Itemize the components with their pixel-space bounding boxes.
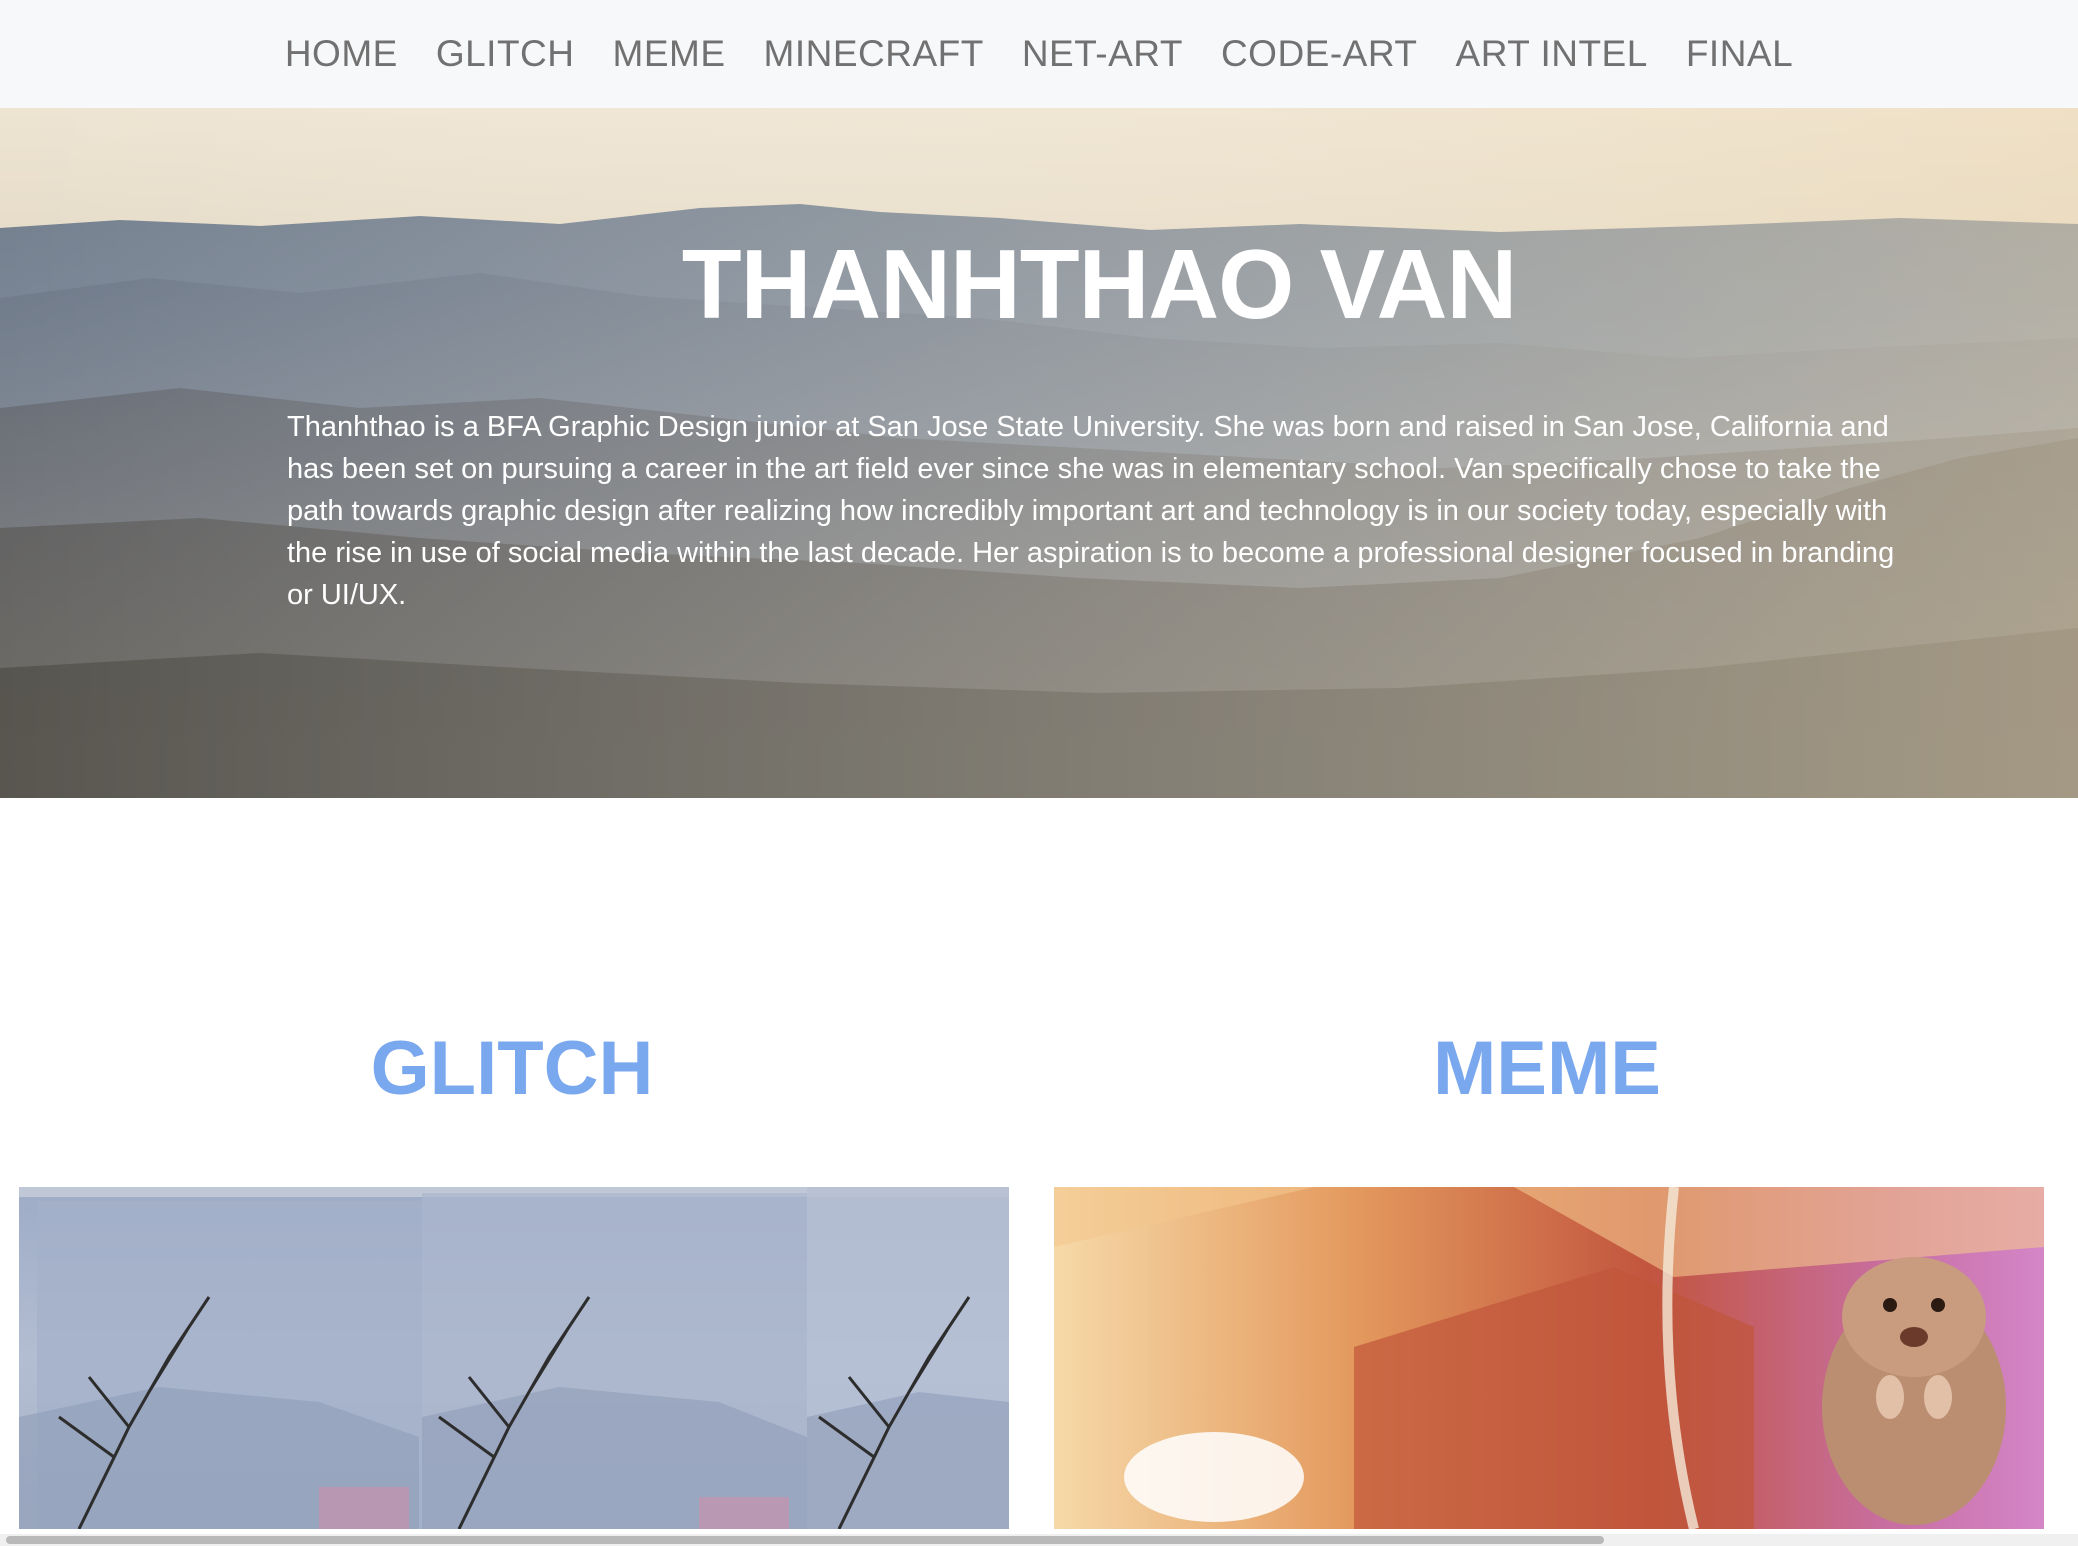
bio-paragraph: Thanhthao is a BFA Graphic Design junior… bbox=[287, 411, 1895, 611]
nav-link-final[interactable]: FINAL bbox=[1686, 33, 1793, 75]
meme-artwork-thumbnail[interactable] bbox=[1054, 1187, 2044, 1529]
meme-section-heading: MEME bbox=[1433, 1026, 1661, 1111]
nav-link-net-art[interactable]: NET-ART bbox=[1022, 33, 1183, 75]
glitch-tree-image bbox=[19, 1187, 1009, 1529]
nav-link-code-art[interactable]: CODE-ART bbox=[1221, 33, 1418, 75]
horizontal-scrollbar[interactable] bbox=[0, 1534, 2078, 1546]
page-title: THANHTHAO VAN bbox=[681, 229, 1517, 339]
hamster-meme-image bbox=[1054, 1187, 2044, 1529]
hero-banner: THANHTHAO VAN Thanhthao is a BFA Graphic… bbox=[0, 108, 2078, 798]
portfolio-page: HOME GLITCH MEME MINECRAFT NET-ART CODE-… bbox=[0, 0, 2078, 1546]
top-navigation: HOME GLITCH MEME MINECRAFT NET-ART CODE-… bbox=[0, 0, 2078, 108]
nav-link-minecraft[interactable]: MINECRAFT bbox=[764, 33, 984, 75]
glitch-artwork-thumbnail[interactable] bbox=[19, 1187, 1009, 1529]
nav-link-meme[interactable]: MEME bbox=[613, 33, 726, 75]
nav-link-glitch[interactable]: GLITCH bbox=[436, 33, 575, 75]
glitch-section-heading: GLITCH bbox=[370, 1026, 654, 1111]
scrollbar-thumb[interactable] bbox=[6, 1536, 1604, 1544]
hamster-figure bbox=[1822, 1257, 2006, 1525]
nav-link-home[interactable]: HOME bbox=[285, 33, 398, 75]
nav-link-art-intel[interactable]: ART INTEL bbox=[1456, 33, 1648, 75]
